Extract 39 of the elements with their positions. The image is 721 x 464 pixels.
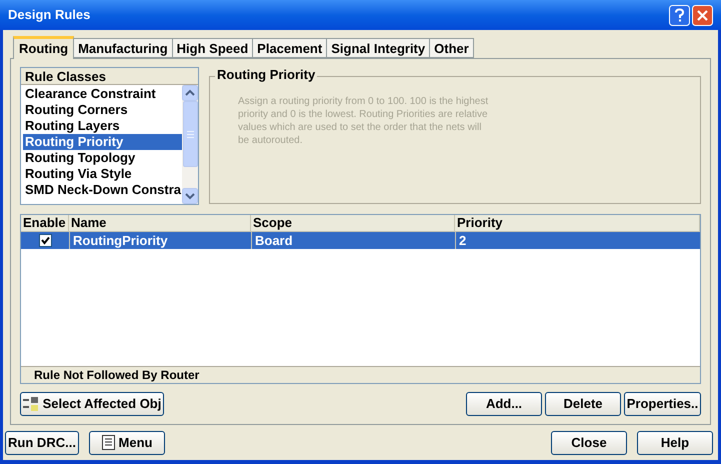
table-cell: Board bbox=[251, 232, 455, 249]
list-header: Rule Classes bbox=[21, 68, 198, 85]
list-item[interactable]: Routing Layers bbox=[23, 118, 182, 134]
tab[interactable]: Other bbox=[430, 38, 474, 58]
status-text: Rule Not Followed By Router bbox=[21, 366, 700, 384]
table-row[interactable]: RoutingPriority Board 2 bbox=[21, 232, 700, 249]
scroll-down-icon[interactable] bbox=[182, 188, 198, 204]
menu-icon bbox=[102, 435, 115, 450]
button[interactable]: Select Affected Obj bbox=[20, 392, 164, 416]
tab[interactable]: Placement bbox=[253, 38, 328, 58]
list-item[interactable]: Routing Topology bbox=[23, 150, 182, 166]
tab[interactable]: Signal Integrity bbox=[327, 38, 430, 58]
list-item[interactable]: SMD Neck-Down Constra bbox=[23, 182, 182, 198]
button[interactable]: Run DRC... bbox=[5, 430, 79, 454]
tab[interactable]: Manufacturing bbox=[74, 38, 173, 58]
list-item[interactable]: Routing Corners bbox=[23, 102, 182, 118]
scroll-bar[interactable] bbox=[182, 85, 198, 204]
table-cell: 2 bbox=[455, 232, 700, 249]
checkbox[interactable] bbox=[38, 234, 52, 247]
scroll-up-icon[interactable] bbox=[182, 85, 198, 101]
list-item[interactable]: Routing Via Style bbox=[23, 166, 182, 182]
button[interactable]: Delete bbox=[545, 392, 621, 416]
description-text: Assign a routing priority from 0 to 100. 100 is the highest priority and 0 is the lowest. Routing Priorities are relative values which are used to set the order that the nets will be autorouted. bbox=[238, 95, 490, 147]
tab[interactable]: Routing bbox=[13, 36, 74, 59]
help-icon[interactable] bbox=[669, 4, 690, 26]
button[interactable]: Menu bbox=[89, 430, 165, 454]
list-item[interactable]: Routing Priority bbox=[23, 134, 182, 150]
scroll-thumb[interactable] bbox=[182, 101, 198, 167]
group-title: Routing Priority bbox=[215, 67, 318, 83]
list-item[interactable]: Clearance Constraint bbox=[23, 86, 182, 102]
select-objects-icon bbox=[22, 397, 39, 412]
table-cell: RoutingPriority bbox=[69, 232, 251, 249]
button[interactable]: Properties.. bbox=[624, 392, 701, 416]
button[interactable]: Add... bbox=[466, 392, 542, 416]
tab[interactable]: High Speed bbox=[172, 38, 254, 58]
window-title: Design Rules bbox=[8, 6, 92, 24]
button[interactable]: Help bbox=[637, 430, 713, 454]
close-icon[interactable] bbox=[692, 4, 713, 26]
button[interactable]: Close bbox=[551, 430, 627, 454]
